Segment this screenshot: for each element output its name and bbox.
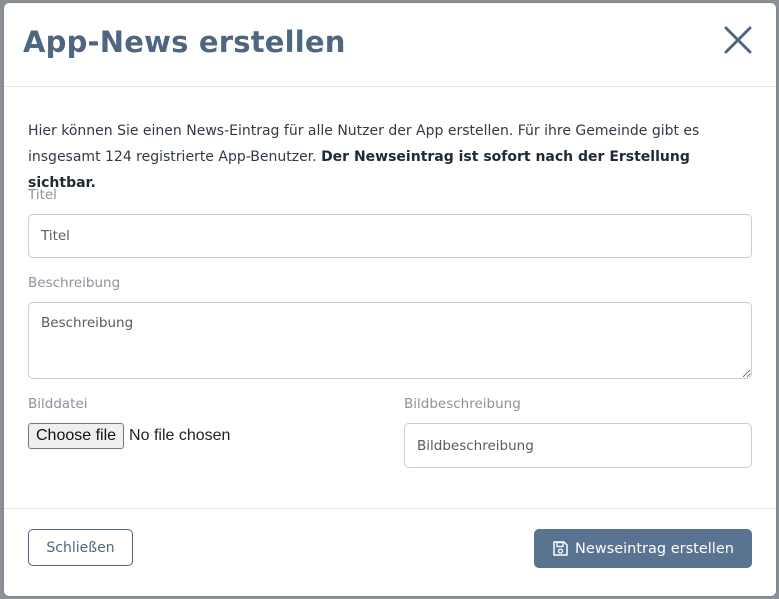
modal-title: App-News erstellen bbox=[23, 25, 346, 59]
modal-footer: Schließen Newseintrag erstellen bbox=[4, 508, 776, 596]
close-icon bbox=[724, 26, 752, 54]
save-icon bbox=[553, 541, 568, 556]
description-textarea[interactable] bbox=[28, 302, 752, 379]
file-input: Choose file No file chosen bbox=[28, 423, 230, 449]
create-news-label: Newseintrag erstellen bbox=[575, 540, 734, 557]
title-label: Titel bbox=[28, 187, 57, 203]
close-modal-button[interactable]: Schließen bbox=[28, 529, 133, 566]
file-status: No file chosen bbox=[129, 427, 231, 444]
intro-text: Hier können Sie einen News-Eintrag für a… bbox=[28, 118, 728, 196]
description-label: Beschreibung bbox=[28, 275, 121, 291]
image-description-label: Bildbeschreibung bbox=[404, 396, 521, 412]
create-news-button[interactable]: Newseintrag erstellen bbox=[534, 529, 752, 568]
title-input[interactable] bbox=[28, 214, 752, 258]
choose-file-button[interactable]: Choose file bbox=[28, 423, 125, 449]
modal-body: Hier können Sie einen News-Eintrag für a… bbox=[28, 87, 752, 468]
image-description-input[interactable] bbox=[404, 423, 752, 468]
modal-header: App-News erstellen bbox=[4, 3, 776, 87]
image-file-label: Bilddatei bbox=[28, 396, 88, 412]
close-button[interactable] bbox=[722, 24, 754, 56]
create-news-modal: App-News erstellen Hier können Sie einen… bbox=[4, 3, 776, 596]
